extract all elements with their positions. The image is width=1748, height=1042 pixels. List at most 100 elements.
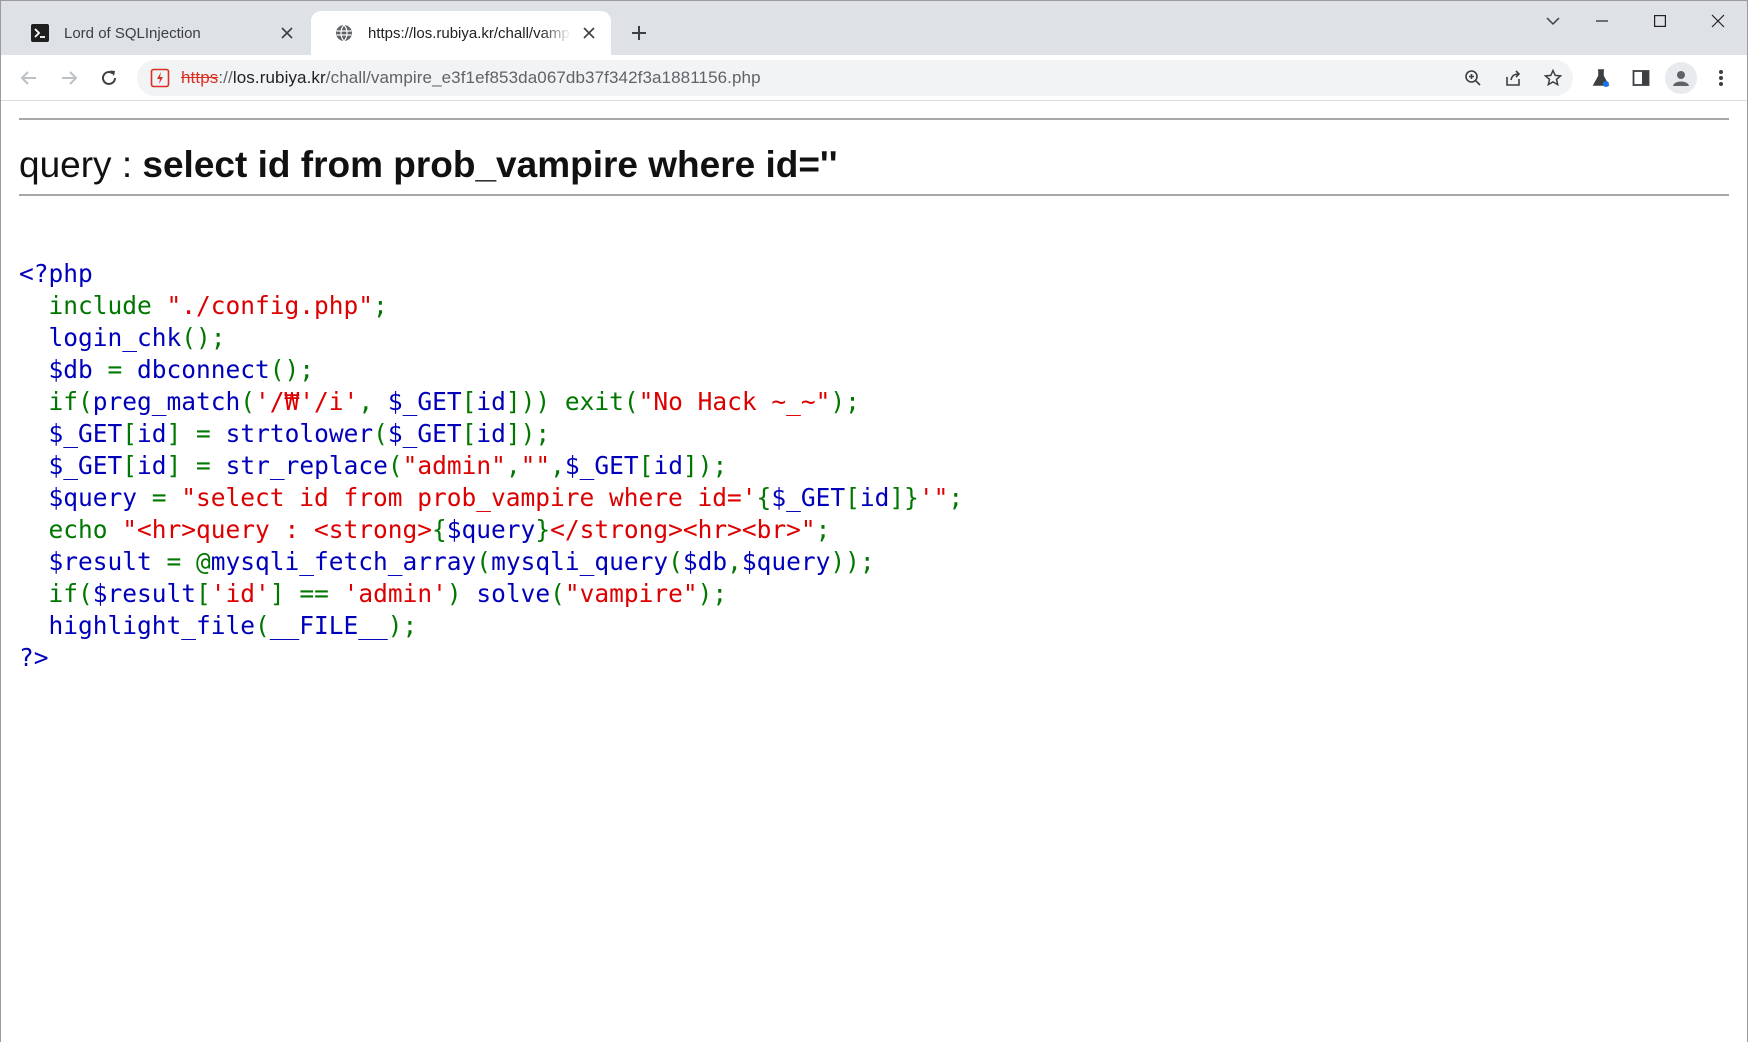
code-token: ) <box>446 579 477 608</box>
code-token: $_GET <box>19 419 123 448</box>
tab-lord-of-sqlinjection[interactable]: Lord of SQLInjection <box>7 11 309 55</box>
reload-button[interactable] <box>93 62 125 94</box>
close-tab-icon[interactable] <box>277 23 297 43</box>
code-line: ?> <box>19 642 963 674</box>
arrow-right-icon <box>62 71 78 85</box>
address-bar[interactable]: https://los.rubiya.kr/chall/vampire_e3f1… <box>137 60 1573 96</box>
not-secure-icon[interactable] <box>149 67 171 89</box>
code-token: ); <box>697 579 728 608</box>
code-token: [ <box>122 419 138 448</box>
browser-window: Lord of SQLInjection https://los.rubiya.… <box>0 0 1748 1042</box>
code-token: { <box>756 483 772 512</box>
share-button[interactable] <box>1497 62 1529 94</box>
avatar-icon <box>1673 71 1689 86</box>
code-token: $result <box>19 547 167 576</box>
zoom-button[interactable] <box>1457 62 1489 94</box>
forward-button[interactable] <box>53 62 85 94</box>
url-separator: :// <box>218 68 233 87</box>
code-token: id <box>137 419 167 448</box>
reload-icon <box>102 70 116 85</box>
code-token: "admin" <box>402 451 506 480</box>
code-token: } <box>535 515 551 544</box>
code-token: str_replace <box>225 451 388 480</box>
code-token: (); <box>181 323 226 352</box>
close-window-button[interactable] <box>1689 1 1747 41</box>
side-panel-icon <box>1632 70 1650 86</box>
code-token: ] = <box>166 419 226 448</box>
code-token: ( <box>387 451 403 480</box>
menu-button[interactable] <box>1705 62 1737 94</box>
code-token: "" <box>520 451 551 480</box>
php-source-code: <?php include "./config.php"; login_chk(… <box>19 258 963 674</box>
divider-top <box>19 118 1729 120</box>
code-token: $_GET <box>564 451 639 480</box>
code-token: ( <box>476 547 492 576</box>
code-token: "./config.php" <box>166 291 374 320</box>
code-token: mysqli_query <box>491 547 669 576</box>
share-icon <box>1506 70 1521 86</box>
code-token: ?> <box>19 643 49 672</box>
code-token: mysqli_fetch_array <box>210 547 477 576</box>
code-token: 'id' <box>210 579 270 608</box>
code-line: $_GET[id] = str_replace("admin","",$_GET… <box>19 450 963 482</box>
code-token: solve <box>476 579 551 608</box>
code-line: <?php <box>19 258 963 290</box>
bookmark-button[interactable] <box>1537 62 1569 94</box>
tab-vampire-challenge[interactable]: https://los.rubiya.kr/chall/vampire <box>311 11 611 55</box>
code-token: 'admin' <box>343 579 447 608</box>
omnibox-actions <box>1449 62 1569 94</box>
url-scheme: https <box>181 68 219 87</box>
maximize-button[interactable] <box>1631 1 1689 41</box>
code-token: = <box>107 355 138 384</box>
profile-button[interactable] <box>1665 62 1697 94</box>
code-line: if(preg_match('/₩'/i', $_GET[id])) exit(… <box>19 386 963 418</box>
code-token: ( <box>668 547 683 576</box>
code-token: </strong><hr><br>" <box>550 515 816 544</box>
code-token: , <box>727 547 742 576</box>
code-token: "select id from prob_vampire where id=' <box>181 483 757 512</box>
minimize-button[interactable] <box>1573 1 1631 41</box>
code-line: highlight_file(__FILE__); <box>19 610 963 642</box>
url-path: /chall/vampire_e3f1ef853da067db37f342f3a… <box>325 68 761 87</box>
code-token: )); <box>830 547 875 576</box>
code-token: id <box>137 451 167 480</box>
code-token: echo <box>19 515 123 544</box>
tab-strip: Lord of SQLInjection https://los.rubiya.… <box>1 1 1747 55</box>
code-token: __FILE__ <box>269 611 388 640</box>
side-panel-button[interactable] <box>1625 62 1657 94</box>
labs-button[interactable] <box>1585 62 1617 94</box>
code-token: [ <box>196 579 211 608</box>
flask-icon <box>1592 69 1610 87</box>
code-line: $result = @mysqli_fetch_array(mysqli_que… <box>19 546 963 578</box>
code-line: include "./config.php"; <box>19 290 963 322</box>
code-token: include <box>19 291 167 320</box>
browser-toolbar: https://los.rubiya.kr/chall/vampire_e3f1… <box>1 55 1747 101</box>
code-token: $query <box>19 483 152 512</box>
code-token: "No Hack ~_~" <box>638 387 831 416</box>
new-tab-button[interactable] <box>625 19 653 47</box>
code-token: = @ <box>166 547 211 576</box>
url-text[interactable]: https://los.rubiya.kr/chall/vampire_e3f1… <box>181 68 761 88</box>
window-controls <box>1573 1 1747 41</box>
code-token: ]} <box>889 483 919 512</box>
plus-icon <box>632 26 646 40</box>
code-token: ]); <box>682 451 728 480</box>
tab-title: Lord of SQLInjection <box>64 24 201 42</box>
divider-bottom <box>19 194 1729 196</box>
code-token: $query <box>446 515 536 544</box>
code-token: ( <box>240 387 256 416</box>
more-vertical-icon <box>1719 70 1723 86</box>
tab-search-button[interactable] <box>1533 1 1573 41</box>
code-line: $query = "select id from prob_vampire wh… <box>19 482 964 514</box>
code-token: "<hr>query : <strong> <box>122 515 433 544</box>
code-line: if($result['id'] == 'admin') solve("vamp… <box>19 578 963 610</box>
back-button[interactable] <box>13 62 45 94</box>
code-token: if( <box>19 579 93 608</box>
close-icon <box>1711 14 1725 28</box>
close-tab-icon[interactable] <box>579 23 599 43</box>
code-token: id <box>859 483 890 512</box>
toolbar-actions <box>1577 62 1737 94</box>
code-token: ; <box>948 483 964 512</box>
code-token: $_GET <box>387 419 462 448</box>
code-token: $_GET <box>387 387 462 416</box>
